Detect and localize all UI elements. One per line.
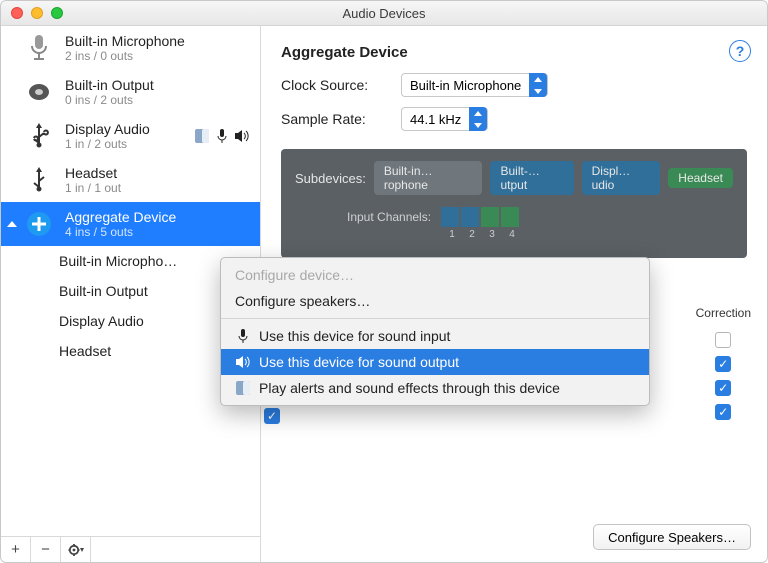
- device-item-headset[interactable]: Headset 1 in / 1 out: [1, 158, 260, 202]
- window-title: Audio Devices: [1, 6, 767, 21]
- panel-title: Aggregate Device: [281, 44, 747, 61]
- speaker-icon: [235, 356, 251, 368]
- device-io: 4 ins / 5 outs: [65, 225, 176, 239]
- gear-icon: [68, 543, 84, 557]
- help-button[interactable]: ?: [729, 40, 751, 62]
- device-io: 1 in / 2 outs: [65, 137, 150, 151]
- correction-header: Correction: [696, 306, 751, 320]
- device-io: 1 in / 1 out: [65, 181, 121, 195]
- disclosure-icon: [9, 43, 15, 53]
- remove-device-button[interactable]: −: [31, 537, 61, 562]
- subdevices-label: Subdevices:: [295, 171, 366, 186]
- add-device-button[interactable]: +: [1, 537, 31, 562]
- input-channels-label: Input Channels:: [347, 210, 431, 224]
- stray-checkbox[interactable]: [264, 408, 280, 424]
- disclosure-icon: [9, 131, 15, 141]
- correction-checkbox[interactable]: [715, 404, 731, 420]
- usb-icon: [23, 164, 55, 196]
- context-menu: Configure device… Configure speakers… Us…: [220, 257, 650, 406]
- device-name: Display Audio: [65, 121, 150, 137]
- usb-icon: [23, 120, 55, 152]
- menu-item-play-alerts[interactable]: Play alerts and sound effects through th…: [221, 375, 649, 401]
- menu-item-configure-device: Configure device…: [221, 262, 649, 288]
- configure-speakers-button[interactable]: Configure Speakers…: [593, 524, 751, 550]
- subdevice-pill[interactable]: Built-…utput: [490, 161, 573, 195]
- select-stepper-icon: [529, 73, 547, 97]
- menu-item-configure-speakers[interactable]: Configure speakers…: [221, 288, 649, 314]
- device-name: Built-in Microphone: [65, 33, 185, 49]
- device-name: Built-in Output: [65, 77, 154, 93]
- finder-icon: [235, 381, 251, 395]
- menu-separator: [221, 318, 649, 319]
- menu-item-use-for-output[interactable]: Use this device for sound output: [221, 349, 649, 375]
- correction-checkbox[interactable]: [715, 380, 731, 396]
- mic-mini-icon: [214, 128, 230, 144]
- disclosure-triangle-icon[interactable]: [7, 221, 17, 227]
- device-item-aggregate[interactable]: Aggregate Device 4 ins / 5 outs: [1, 202, 260, 246]
- microphone-icon: [23, 32, 55, 64]
- subdevice-pill[interactable]: Displ…udio: [582, 161, 661, 195]
- volume-mini-icon: [234, 128, 250, 144]
- sample-rate-value: 44.1 kHz: [402, 112, 469, 127]
- finder-icon: [194, 128, 210, 144]
- device-item-display-audio[interactable]: Display Audio 1 in / 2 outs: [1, 114, 260, 158]
- sample-rate-label: Sample Rate:: [281, 111, 391, 127]
- device-name: Aggregate Device: [65, 209, 176, 225]
- channel-numbers: 1 2 3 4: [443, 229, 733, 240]
- input-channels-boxes: [441, 207, 519, 227]
- microphone-icon: [235, 329, 251, 343]
- subdevice-pill[interactable]: Built-in…rophone: [374, 161, 483, 195]
- device-item-builtin-output[interactable]: Built-in Output 0 ins / 2 outs: [1, 70, 260, 114]
- device-name: Headset: [65, 165, 121, 181]
- disclosure-icon: [9, 175, 15, 185]
- clock-source-value: Built-in Microphone: [402, 78, 529, 93]
- correction-checkbox[interactable]: [715, 356, 731, 372]
- actions-menu-button[interactable]: [61, 537, 91, 562]
- select-stepper-icon: [469, 107, 487, 131]
- subdevice-pill[interactable]: Headset: [668, 168, 733, 188]
- aggregate-plus-icon: [23, 208, 55, 240]
- speaker-icon: [23, 76, 55, 108]
- subdevices-panel: Subdevices: Built-in…rophone Built-…utpu…: [281, 149, 747, 258]
- clock-source-label: Clock Source:: [281, 77, 391, 93]
- titlebar: Audio Devices: [1, 1, 767, 26]
- disclosure-icon: [9, 87, 15, 97]
- sample-rate-select[interactable]: 44.1 kHz: [401, 107, 488, 131]
- clock-source-select[interactable]: Built-in Microphone: [401, 73, 548, 97]
- device-io: 0 ins / 2 outs: [65, 93, 154, 107]
- menu-item-use-for-input[interactable]: Use this device for sound input: [221, 323, 649, 349]
- device-io: 2 ins / 0 outs: [65, 49, 185, 63]
- correction-checkbox[interactable]: [715, 332, 731, 348]
- device-item-builtin-mic[interactable]: Built-in Microphone 2 ins / 0 outs: [1, 26, 260, 70]
